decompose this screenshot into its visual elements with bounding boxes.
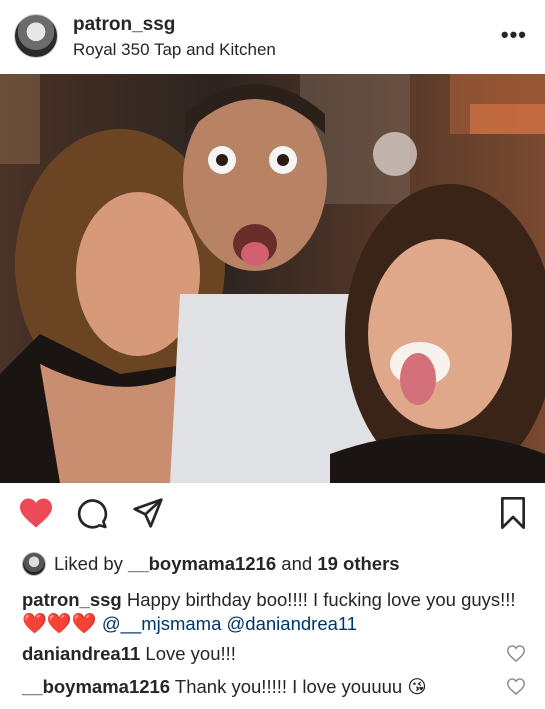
caption-mention[interactable]: @daniandrea11 <box>227 613 358 634</box>
comment-username[interactable]: __boymama1216 <box>22 676 170 697</box>
heart-filled-icon[interactable] <box>18 497 54 534</box>
caption-mention[interactable]: @__mjsmama <box>102 613 222 634</box>
comment-emoji: 😘 <box>407 676 427 697</box>
post-caption: patron_ssg Happy birthday boo!!!! I fuck… <box>22 588 522 636</box>
post-photo[interactable] <box>0 74 545 483</box>
liked-by-user[interactable]: __boymama1216 <box>128 553 276 574</box>
likes-summary[interactable]: Liked by __boymama1216 and 19 others <box>0 548 545 580</box>
post-header: patron_ssg Royal 350 Tap and Kitchen ••• <box>0 0 545 74</box>
comment-text: Love you!!! <box>145 643 236 664</box>
more-options-icon[interactable]: ••• <box>501 22 527 48</box>
photo-illustration <box>0 74 545 483</box>
bookmark-icon[interactable] <box>499 497 527 534</box>
liker-avatar <box>22 552 46 576</box>
liked-by-others[interactable]: 19 others <box>317 553 399 574</box>
comment-username[interactable]: daniandrea11 <box>22 643 140 664</box>
comment-icon[interactable] <box>76 497 108 534</box>
comment-like-icon[interactable] <box>506 678 526 700</box>
liked-by-prefix: Liked by <box>54 553 123 574</box>
comment-item: __boymama1216 Thank you!!!!! I love youu… <box>22 676 427 698</box>
comment-like-icon[interactable] <box>506 645 526 667</box>
post-username[interactable]: patron_ssg <box>73 14 175 36</box>
post-location[interactable]: Royal 350 Tap and Kitchen <box>73 40 276 60</box>
caption-username[interactable]: patron_ssg <box>22 589 122 610</box>
liked-by-and: and <box>281 553 313 574</box>
direct-share-icon[interactable] <box>132 497 164 534</box>
caption-emoji: ❤️❤️❤️ <box>22 613 97 635</box>
user-avatar[interactable] <box>14 14 58 58</box>
likes-text: Liked by __boymama1216 and 19 others <box>54 553 400 575</box>
post-actions <box>0 483 545 545</box>
caption-text: Happy birthday boo!!!! I fucking love yo… <box>126 589 516 610</box>
comment-text: Thank you!!!!! I love youuuu <box>174 676 403 697</box>
comment-item: daniandrea11 Love you!!! <box>22 643 236 665</box>
